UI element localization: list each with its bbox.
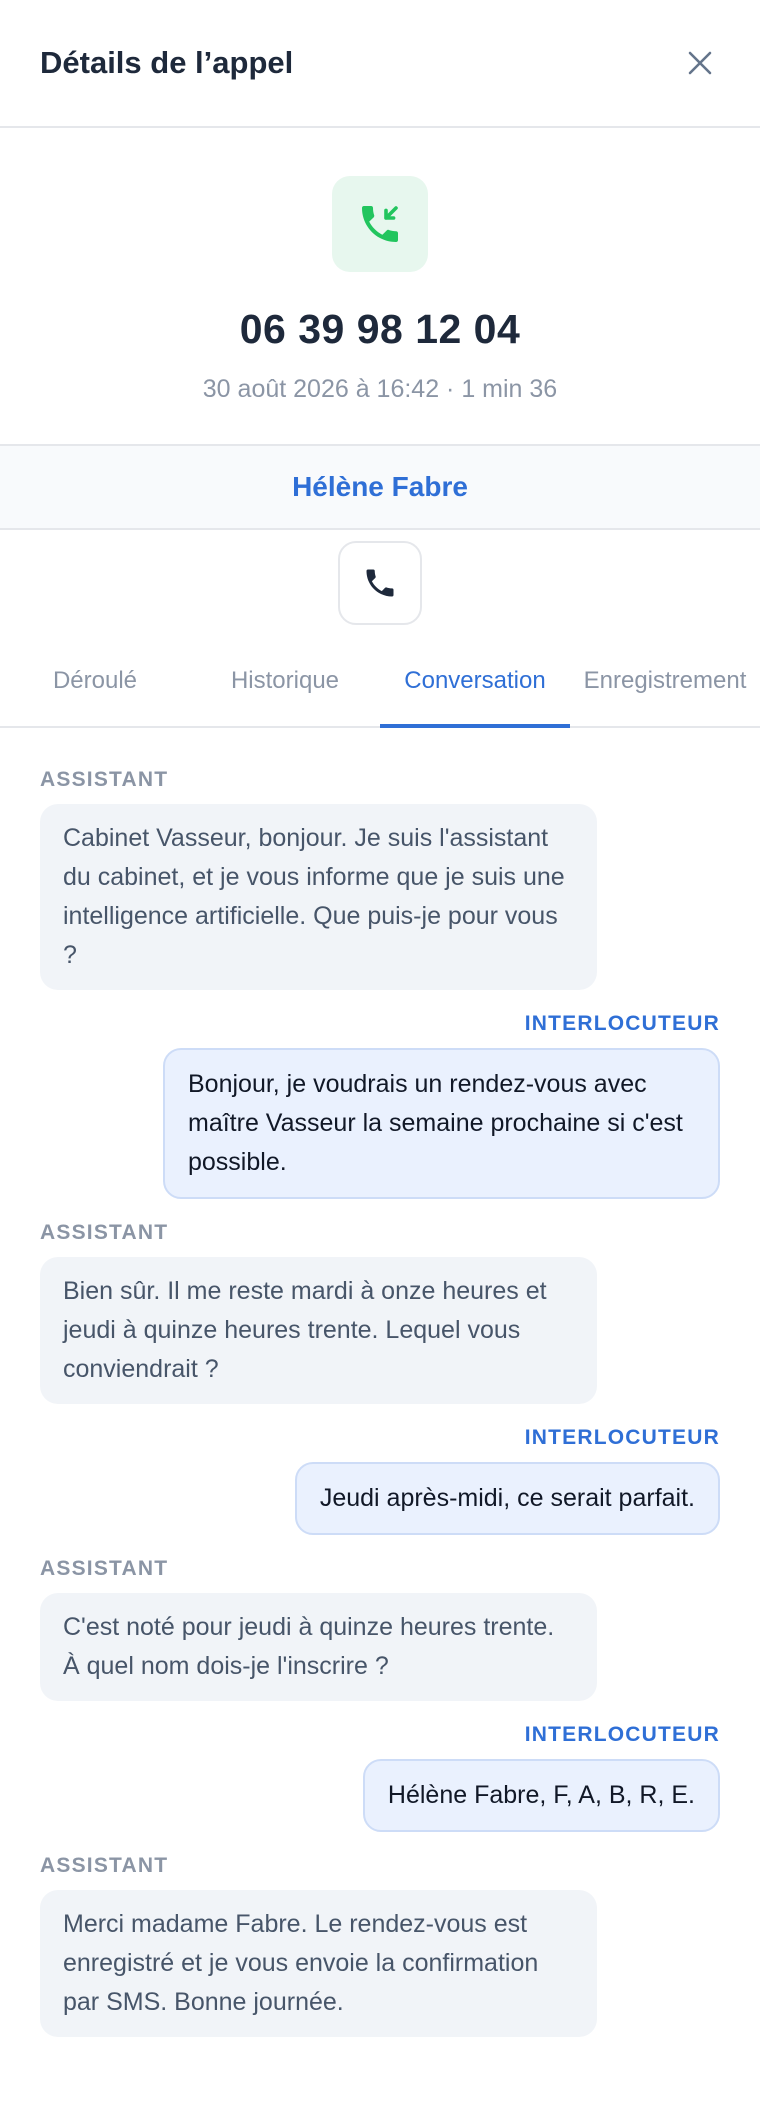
phone-number: 06 39 98 12 04 [239, 306, 521, 352]
message-role: INTERLOCUTEUR [524, 1723, 720, 1746]
message-role: ASSISTANT [40, 1221, 169, 1244]
message-bubble: Jeudi après-midi, ce serait parfait. [294, 1462, 720, 1535]
message-role: INTERLOCUTEUR [524, 1012, 720, 1035]
message-bubble: Bien sûr. Il me reste mardi à onze heure… [40, 1257, 597, 1404]
message-interlocutor: INTERLOCUTEUR Bonjour, je voudrais un re… [40, 1012, 720, 1199]
tab-conversation[interactable]: Conversation [380, 636, 570, 728]
incoming-call-badge [332, 176, 428, 272]
message-role: ASSISTANT [40, 768, 169, 791]
contact-name-link[interactable]: Hélène Fabre [292, 471, 468, 503]
call-summary: 06 39 98 12 04 30 août 2026 à 16:42 · 1 … [0, 128, 760, 444]
call-back-button[interactable] [338, 541, 422, 625]
call-actions [0, 530, 760, 636]
message-bubble: Hélène Fabre, F, A, B, R, E. [362, 1759, 720, 1832]
message-assistant: ASSISTANT Bien sûr. Il me reste mardi à … [40, 1221, 720, 1404]
detail-tabs: Déroulé Historique Conversation Enregist… [0, 636, 760, 728]
panel-header: Détails de l’appel [0, 0, 760, 128]
contact-bar: Hélène Fabre [0, 444, 760, 530]
incoming-call-icon [362, 206, 398, 242]
message-bubble: Cabinet Vasseur, bonjour. Je suis l'assi… [40, 804, 597, 990]
panel-title: Détails de l’appel [40, 45, 294, 80]
message-assistant: ASSISTANT C'est noté pour jeudi à quinze… [40, 1557, 720, 1701]
message-role: ASSISTANT [40, 1557, 169, 1580]
message-assistant: ASSISTANT Cabinet Vasseur, bonjour. Je s… [40, 768, 720, 990]
close-button[interactable] [680, 43, 720, 83]
message-bubble: Bonjour, je voudrais un rendez-vous avec… [163, 1048, 720, 1199]
tab-historique[interactable]: Historique [190, 636, 380, 726]
phone-icon [366, 569, 394, 597]
message-bubble: Merci madame Fabre. Le rendez-vous est e… [40, 1890, 597, 2037]
close-icon [688, 51, 712, 75]
call-date-duration: 30 août 2026 à 16:42 · 1 min 36 [202, 375, 558, 403]
message-bubble: C'est noté pour jeudi à quinze heures tr… [40, 1593, 597, 1701]
message-role: ASSISTANT [40, 1854, 169, 1877]
message-assistant: ASSISTANT Merci madame Fabre. Le rendez-… [40, 1854, 720, 2037]
conversation-transcript: ASSISTANT Cabinet Vasseur, bonjour. Je s… [0, 728, 760, 2037]
tab-enregistrement[interactable]: Enregistrement [570, 636, 760, 726]
tab-deroule[interactable]: Déroulé [0, 636, 190, 726]
message-interlocutor: INTERLOCUTEUR Hélène Fabre, F, A, B, R, … [40, 1723, 720, 1832]
message-interlocutor: INTERLOCUTEUR Jeudi après-midi, ce serai… [40, 1426, 720, 1535]
message-role: INTERLOCUTEUR [524, 1426, 720, 1449]
